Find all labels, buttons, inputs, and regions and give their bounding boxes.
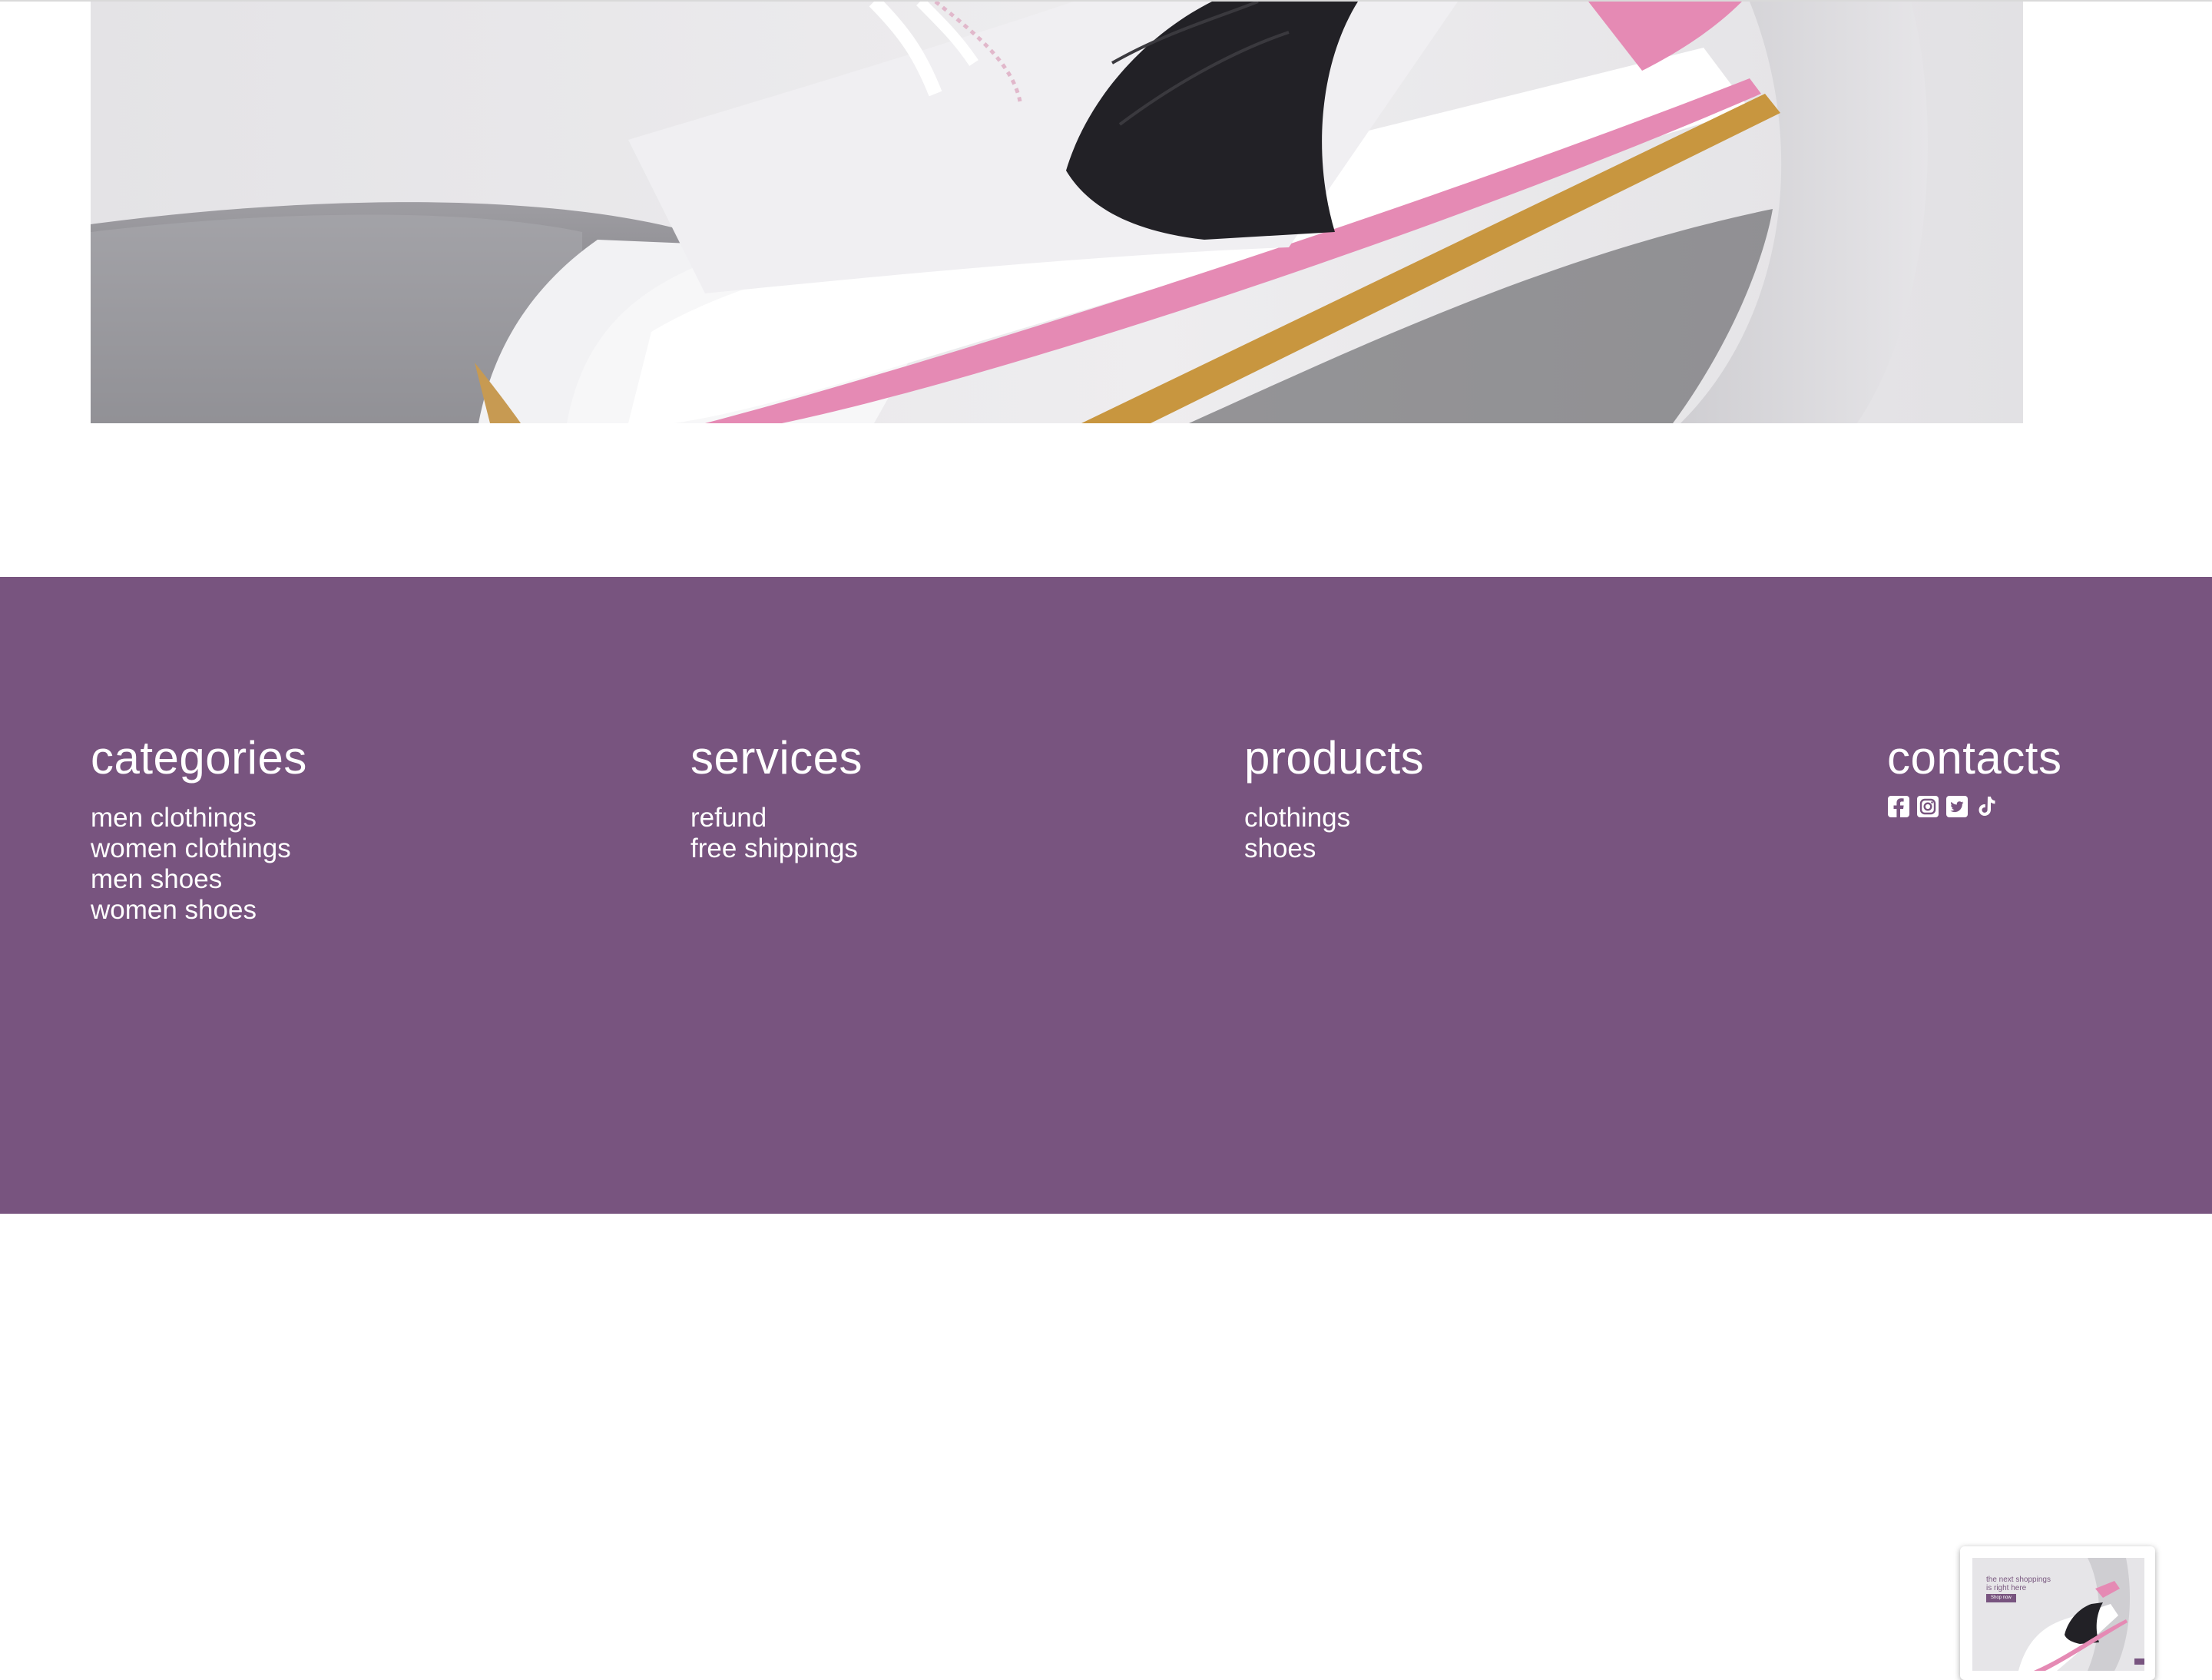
- footer-products: products clothings shoes: [1244, 731, 1424, 864]
- contacts-heading: contacts: [1887, 732, 2062, 784]
- products-list: clothings shoes: [1244, 803, 1424, 864]
- page-preview-thumbnail[interactable]: the next shoppings is right here Shop no…: [1960, 1546, 2155, 1680]
- footer-categories: categories men clothings women clothings…: [91, 731, 307, 926]
- footer-contacts: contacts: [1887, 731, 2061, 818]
- link-shoes[interactable]: shoes: [1244, 833, 1424, 864]
- link-women-shoes[interactable]: women shoes: [91, 895, 307, 926]
- site-footer: categories men clothings women clothings…: [0, 577, 2212, 1680]
- services-list: refund free shippings: [690, 803, 863, 864]
- link-free-shippings[interactable]: free shippings: [690, 833, 863, 864]
- preview-headline: the next shoppings is right here: [1986, 1576, 2051, 1592]
- services-heading: services: [690, 732, 863, 784]
- link-men-shoes[interactable]: men shoes: [91, 864, 307, 895]
- link-clothings[interactable]: clothings: [1244, 803, 1424, 833]
- categories-list: men clothings women clothings men shoes …: [91, 803, 307, 926]
- link-refund[interactable]: refund: [690, 803, 863, 833]
- hero-sneaker-image: [91, 2, 2023, 423]
- tiktok-icon[interactable]: [1975, 795, 1998, 818]
- products-heading: products: [1244, 732, 1425, 784]
- preview-shop-button: Shop now: [1986, 1594, 2016, 1602]
- link-women-clothings[interactable]: women clothings: [91, 833, 307, 864]
- preview-line-2: is right here: [1986, 1584, 2027, 1592]
- facebook-icon[interactable]: [1887, 795, 1910, 818]
- sneaker-photo: [91, 2, 2023, 423]
- link-men-clothings[interactable]: men clothings: [91, 803, 307, 833]
- instagram-icon[interactable]: [1916, 795, 1939, 818]
- categories-heading: categories: [91, 732, 307, 784]
- footer-services: services refund free shippings: [690, 731, 863, 864]
- preview-line-1: the next shoppings: [1986, 1576, 2051, 1584]
- twitter-icon[interactable]: [1945, 795, 1969, 818]
- social-icons: [1887, 795, 2061, 818]
